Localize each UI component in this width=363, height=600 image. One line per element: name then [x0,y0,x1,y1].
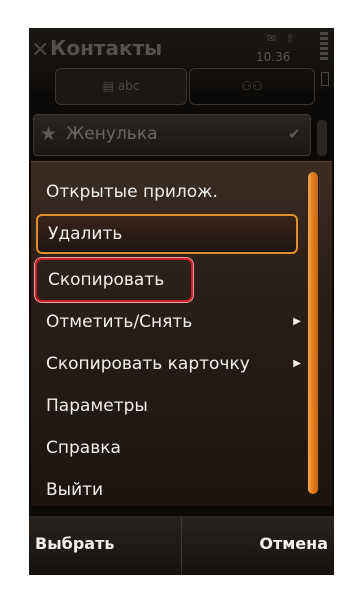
menu-item-label: Удалить [48,224,123,244]
clock: 10.36 [256,50,291,64]
check-icon: ✔ [288,125,301,143]
menu-item-exit[interactable]: Выйти [46,472,301,508]
menu-item-delete[interactable]: Удалить [36,214,298,254]
message-icon: ✉ [267,32,277,45]
options-menu: Открытые прилож. Удалить Скопировать Отм… [31,161,332,506]
cancel-softkey[interactable]: Отмена [259,534,328,553]
menu-item-help[interactable]: Справка [46,430,301,466]
tab-groups[interactable]: ⚇⚇ [189,68,315,105]
contact-tabs: ▤ abc ⚇⚇ [55,68,315,105]
menu-item-copy[interactable]: Скопировать [35,258,193,302]
menu-item-settings[interactable]: Параметры [46,388,301,424]
softkey-bar: Выбрать Отмена [29,516,334,575]
menu-scrollbar[interactable] [307,172,319,494]
background-scrollbar [317,120,327,156]
menu-item-label: Открытые прилож. [46,182,218,202]
contact-name: Женулька [66,124,158,144]
tab-abc[interactable]: ▤ abc [55,68,187,105]
menu-item-label: Скопировать [48,270,165,290]
battery-icon [321,72,329,86]
submenu-arrow-icon: ▶ [293,358,301,369]
menu-item-label: Скопировать карточку [46,354,250,374]
list-icon: ▤ [102,79,114,93]
groups-icon: ⚇⚇ [241,79,263,93]
close-icon[interactable]: ✕ [31,40,49,62]
menu-item-open-apps[interactable]: Открытые прилож. [46,174,301,210]
contact-row[interactable]: ★ Женулька ✔ [33,114,311,156]
signal-strength-icon [320,32,328,68]
menu-item-copy-card[interactable]: Скопировать карточку ▶ [46,346,301,382]
status-icons: ✉ ⇧ [267,32,303,45]
softkey-divider [181,516,182,575]
tab-abc-label: abc [117,79,140,93]
star-icon: ★ [40,123,58,145]
submenu-arrow-icon: ▶ [293,316,301,327]
connection-icon: ⇧ [285,32,295,45]
menu-item-label: Отметить/Снять [46,312,193,332]
menu-item-mark-unmark[interactable]: Отметить/Снять ▶ [46,304,301,340]
menu-scrollbar-thumb[interactable] [308,172,318,494]
phone-screen: ✕ Контакты ✉ ⇧ 10.36 ▤ abc ⚇⚇ ★ Женулька … [29,28,334,575]
menu-item-label: Параметры [46,396,148,416]
select-softkey[interactable]: Выбрать [35,534,114,553]
menu-item-label: Выйти [46,480,104,500]
menu-item-label: Справка [46,438,121,458]
app-title: Контакты [50,36,163,60]
